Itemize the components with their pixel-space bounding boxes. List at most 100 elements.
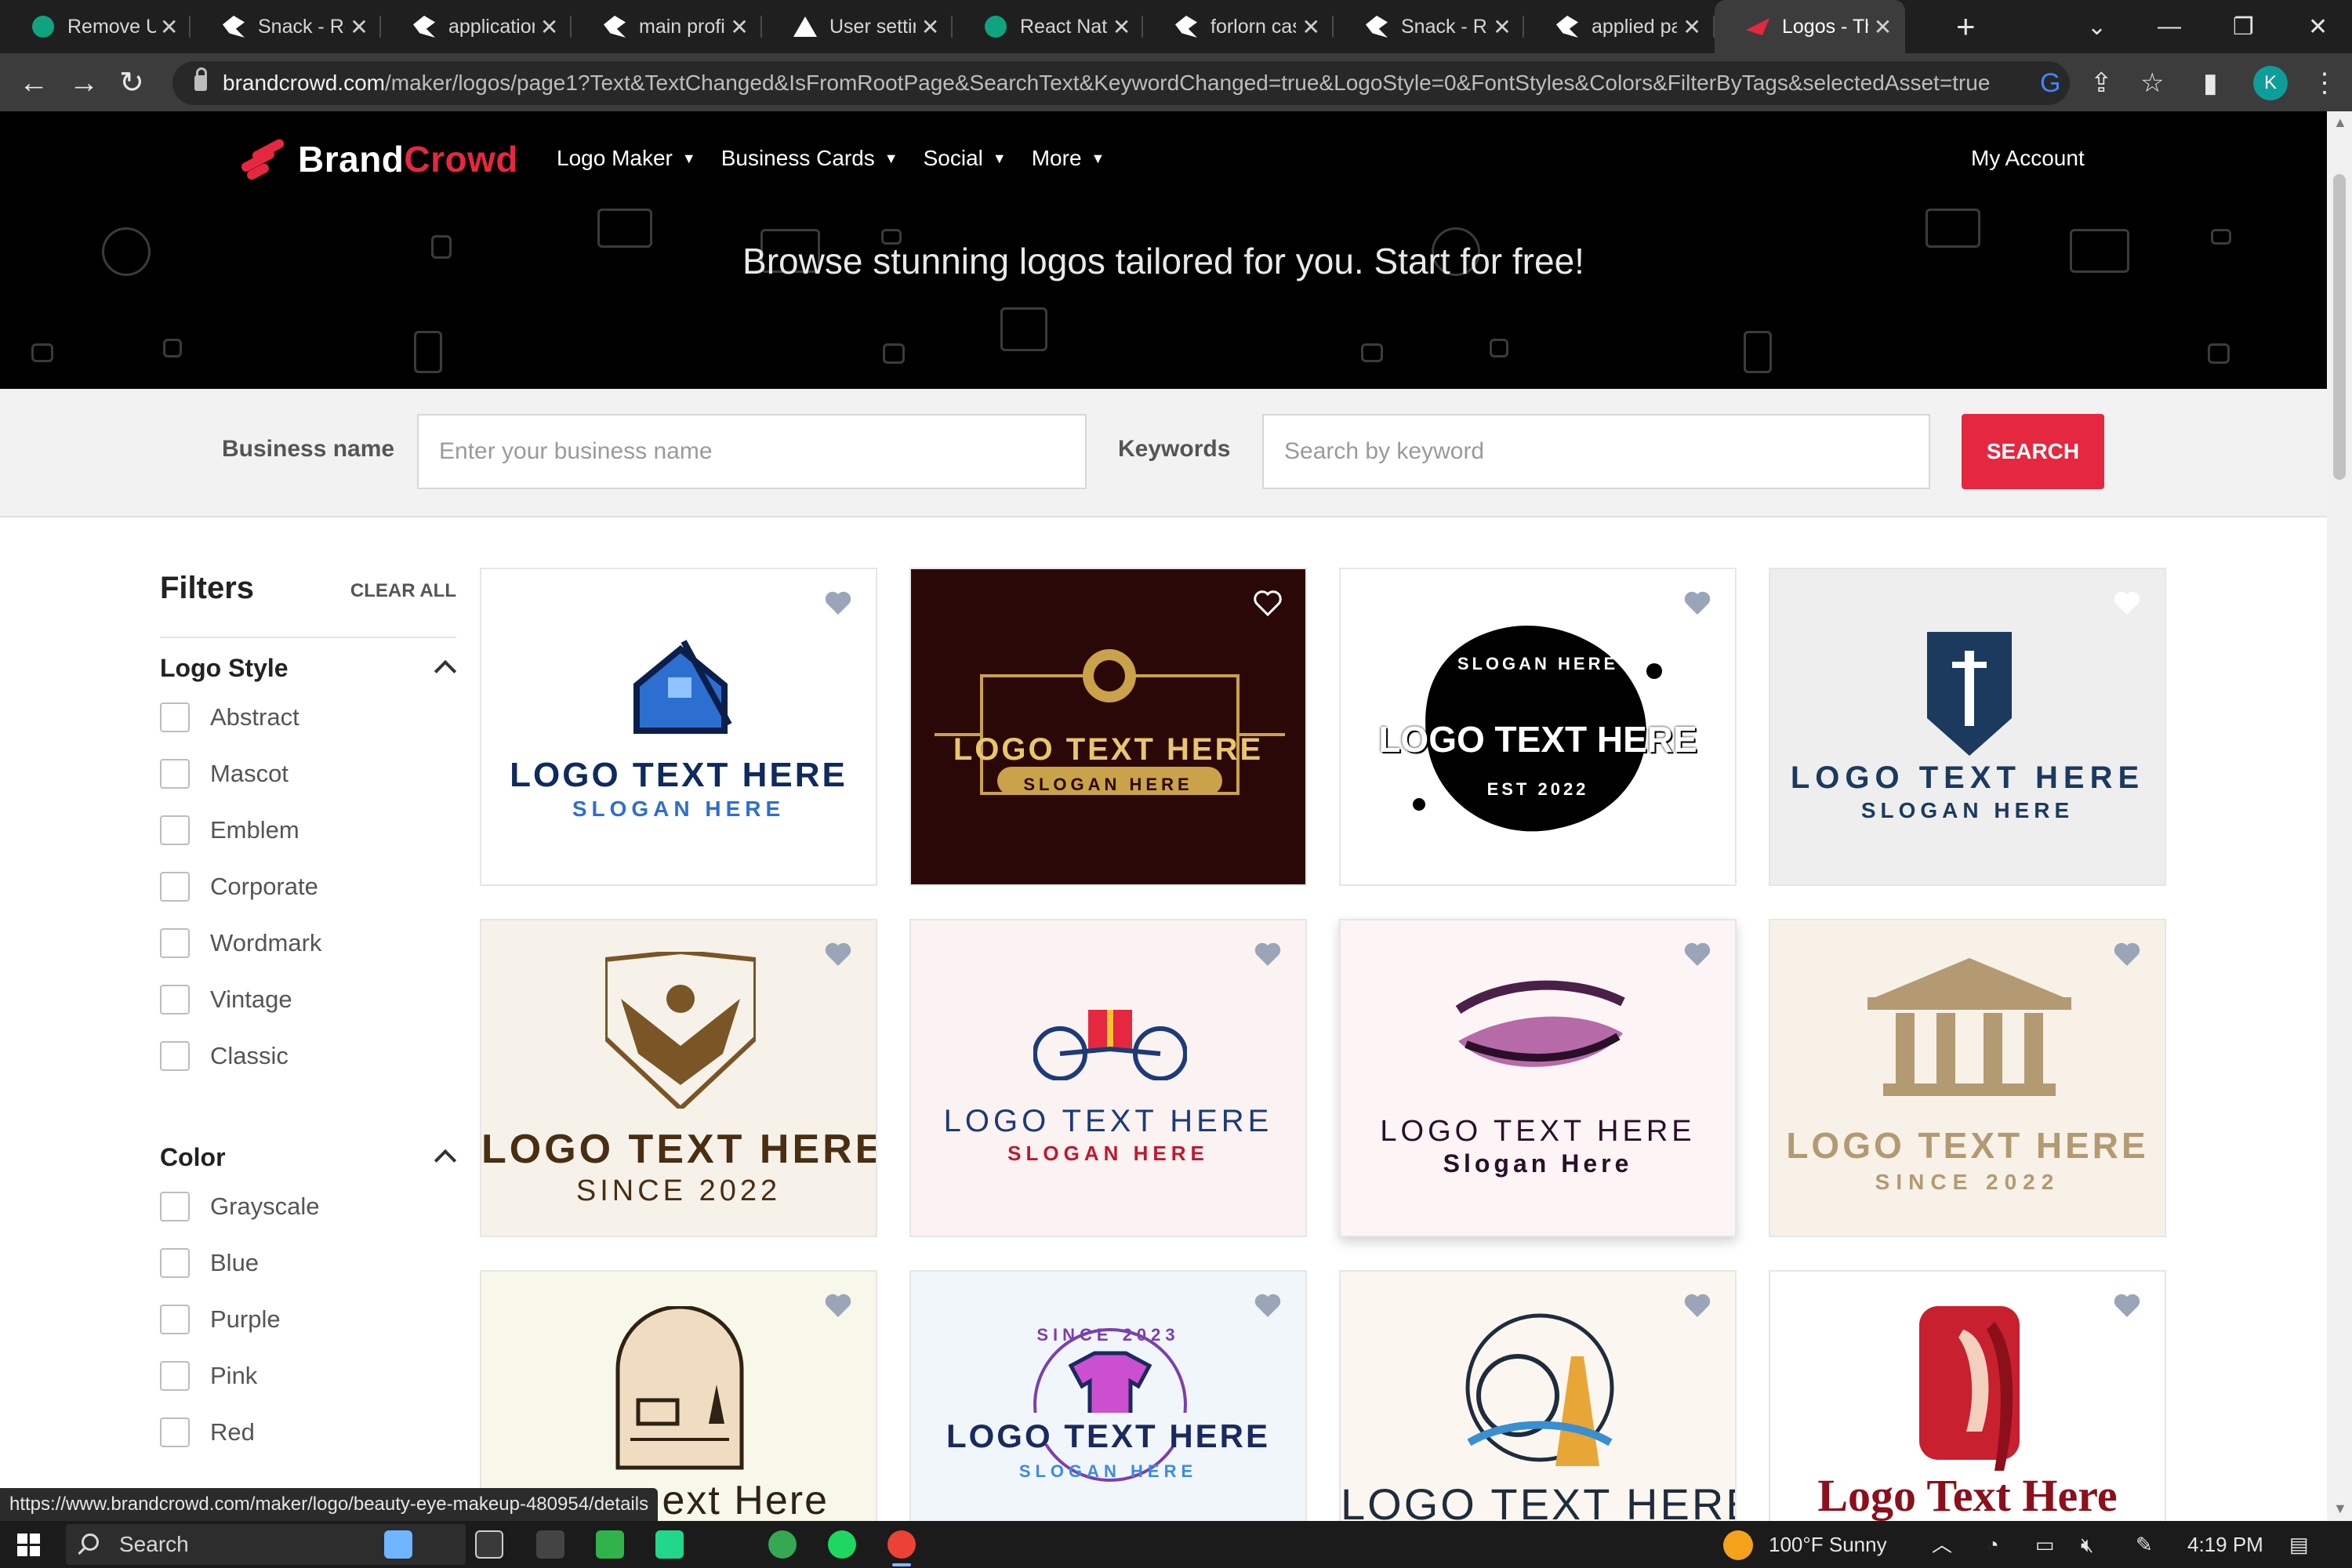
close-icon[interactable]: ✕ bbox=[1868, 14, 1897, 40]
logo-card[interactable]: LOGO TEXT HERE SLOGAN HERE EST 2022 bbox=[1339, 568, 1737, 886]
window-close-icon[interactable]: ✕ bbox=[2308, 0, 2328, 53]
battery-icon[interactable]: ▭ bbox=[2035, 1521, 2055, 1568]
logo-card[interactable]: LOGO TEXT HERE SINCE 2022 bbox=[480, 919, 877, 1237]
scroll-up-icon[interactable]: ▲ bbox=[2333, 114, 2347, 131]
chrome-active-icon[interactable] bbox=[887, 1530, 916, 1566]
new-tab-button[interactable]: + bbox=[1956, 8, 1976, 45]
logo-card[interactable]: SINCE 2023 LOGO TEXT HERE SLOGAN HERE bbox=[909, 1270, 1307, 1521]
back-icon[interactable]: ← bbox=[19, 67, 49, 99]
clapper-app-icon[interactable] bbox=[536, 1530, 564, 1559]
heart-icon[interactable] bbox=[1683, 941, 1711, 967]
pycharm-icon[interactable] bbox=[655, 1530, 684, 1559]
checkbox[interactable] bbox=[160, 1041, 190, 1071]
checkbox[interactable] bbox=[160, 702, 190, 732]
heart-icon[interactable] bbox=[824, 941, 852, 967]
page-scrollbar[interactable]: ▲ ▼ bbox=[2327, 111, 2352, 1521]
heart-icon[interactable] bbox=[2113, 590, 2141, 616]
heart-icon[interactable] bbox=[1254, 941, 1282, 967]
rubymine-icon[interactable] bbox=[596, 1530, 624, 1559]
browser-tab-active[interactable]: Logos - Th ✕ bbox=[1715, 0, 1905, 53]
logo-card[interactable]: LOGO TEXT HERE SLOGAN HERE bbox=[480, 568, 877, 886]
nav-logo-maker[interactable]: Logo Maker ▼ bbox=[557, 146, 696, 171]
logo-card[interactable]: LOGO TEXT HERE SLOGAN HERE bbox=[1769, 568, 2166, 886]
close-icon[interactable]: ✕ bbox=[345, 14, 373, 40]
widget-icon[interactable] bbox=[384, 1530, 412, 1559]
browser-tab[interactable]: Snack - Re✕ bbox=[191, 0, 381, 53]
browser-tab[interactable]: application ✕ bbox=[381, 0, 572, 53]
minimize-icon[interactable]: — bbox=[2158, 0, 2181, 53]
filter-option-emblem[interactable]: Emblem bbox=[160, 815, 299, 845]
checkbox[interactable] bbox=[160, 1248, 190, 1278]
chrome-icon[interactable] bbox=[768, 1530, 797, 1559]
close-icon[interactable]: ✕ bbox=[1108, 14, 1135, 40]
checkbox[interactable] bbox=[160, 815, 190, 845]
nav-business-cards[interactable]: Business Cards ▼ bbox=[721, 146, 898, 171]
logo-card-hovered[interactable]: LOGO TEXT HERE Slogan Here bbox=[1339, 919, 1737, 1237]
heart-icon[interactable] bbox=[1683, 1292, 1711, 1319]
profile-avatar[interactable]: K bbox=[2253, 66, 2288, 100]
heart-icon[interactable] bbox=[1254, 1292, 1282, 1319]
scrollbar-thumb[interactable] bbox=[2333, 174, 2346, 480]
browser-tab[interactable]: main profil ✕ bbox=[572, 0, 762, 53]
bookmark-star-icon[interactable]: ☆ bbox=[2140, 67, 2164, 99]
close-icon[interactable]: ✕ bbox=[535, 14, 564, 40]
heart-icon[interactable] bbox=[824, 590, 852, 616]
scroll-down-icon[interactable]: ▼ bbox=[2333, 1501, 2347, 1517]
chevron-up-icon[interactable] bbox=[434, 659, 457, 683]
logo-card[interactable]: ext Here bbox=[480, 1270, 877, 1521]
task-view-icon[interactable] bbox=[475, 1530, 503, 1559]
close-icon[interactable]: ✕ bbox=[1488, 14, 1516, 40]
share-icon[interactable]: ⇪ bbox=[2090, 67, 2113, 99]
brandcrowd-logo[interactable]: BrandCrowd bbox=[239, 137, 518, 182]
reload-icon[interactable]: ↻ bbox=[119, 67, 144, 99]
filter-option-purple[interactable]: Purple bbox=[160, 1305, 281, 1334]
checkbox[interactable] bbox=[160, 985, 190, 1014]
filter-option-pink[interactable]: Pink bbox=[160, 1361, 257, 1391]
heart-icon[interactable] bbox=[824, 1292, 852, 1319]
filter-option-vintage[interactable]: Vintage bbox=[160, 985, 292, 1014]
browser-tab[interactable]: User settin ✕ bbox=[762, 0, 953, 53]
logo-card[interactable]: LOGO TEXT HERE bbox=[1339, 1270, 1737, 1521]
filter-option-grayscale[interactable]: Grayscale bbox=[160, 1192, 320, 1221]
chevron-up-icon[interactable]: ︿ bbox=[1932, 1521, 1952, 1568]
browser-tab[interactable]: Snack - Re✕ bbox=[1334, 0, 1524, 53]
filter-option-classic[interactable]: Classic bbox=[160, 1041, 289, 1071]
browser-tab[interactable]: forlorn cas ✕ bbox=[1143, 0, 1334, 53]
address-bar[interactable]: brandcrowd.com/maker/logos/page1?Text&Te… bbox=[172, 61, 2070, 105]
search-button[interactable]: SEARCH bbox=[1962, 414, 2104, 489]
windows-start-icon[interactable] bbox=[17, 1534, 41, 1557]
clock-time[interactable]: 4:19 PM bbox=[2187, 1521, 2263, 1568]
logo-style-heading[interactable]: Logo Style bbox=[160, 654, 289, 683]
heart-icon[interactable] bbox=[1683, 590, 1711, 616]
filter-option-abstract[interactable]: Abstract bbox=[160, 702, 299, 732]
close-icon[interactable]: ✕ bbox=[1677, 14, 1707, 40]
google-icon[interactable]: G bbox=[2040, 67, 2060, 99]
close-icon[interactable]: ✕ bbox=[156, 14, 183, 40]
logo-card[interactable]: LOGO TEXT HERE SLOGAN HERE bbox=[909, 568, 1307, 886]
filter-option-red[interactable]: Red bbox=[160, 1417, 255, 1447]
checkbox[interactable] bbox=[160, 1417, 190, 1447]
chevron-up-icon[interactable] bbox=[434, 1149, 457, 1172]
checkbox[interactable] bbox=[160, 1361, 190, 1391]
wifi-icon[interactable]: ◔ bbox=[1987, 1521, 1999, 1568]
tab-search-icon[interactable]: ⌄ bbox=[2087, 0, 2107, 53]
browser-tab[interactable]: Remove Us✕ bbox=[0, 0, 191, 53]
menu-dots-icon[interactable]: ⋮ bbox=[2311, 67, 2338, 99]
my-account-link[interactable]: My Account bbox=[1971, 146, 2085, 171]
keywords-input[interactable]: Search by keyword bbox=[1262, 414, 1930, 489]
nav-more[interactable]: More ▼ bbox=[1032, 146, 1105, 171]
forward-icon[interactable]: → bbox=[69, 67, 99, 99]
checkbox[interactable] bbox=[160, 1192, 190, 1221]
filter-option-blue[interactable]: Blue bbox=[160, 1248, 259, 1278]
business-name-input[interactable]: Enter your business name bbox=[417, 414, 1087, 489]
heart-icon[interactable] bbox=[2113, 1292, 2141, 1319]
browser-tab[interactable]: applied pa ✕ bbox=[1524, 0, 1715, 53]
notification-icon[interactable]: ▤ bbox=[2289, 1521, 2309, 1568]
close-icon[interactable]: ✕ bbox=[724, 14, 754, 40]
checkbox[interactable] bbox=[160, 928, 190, 958]
logo-card[interactable]: LOGO TEXT HERE SLOGAN HERE bbox=[909, 919, 1307, 1237]
heart-icon[interactable] bbox=[1254, 590, 1282, 616]
restore-icon[interactable]: ❐ bbox=[2233, 0, 2254, 53]
spotify-icon[interactable] bbox=[828, 1530, 856, 1559]
clear-all-button[interactable]: CLEAR ALL bbox=[350, 580, 456, 602]
